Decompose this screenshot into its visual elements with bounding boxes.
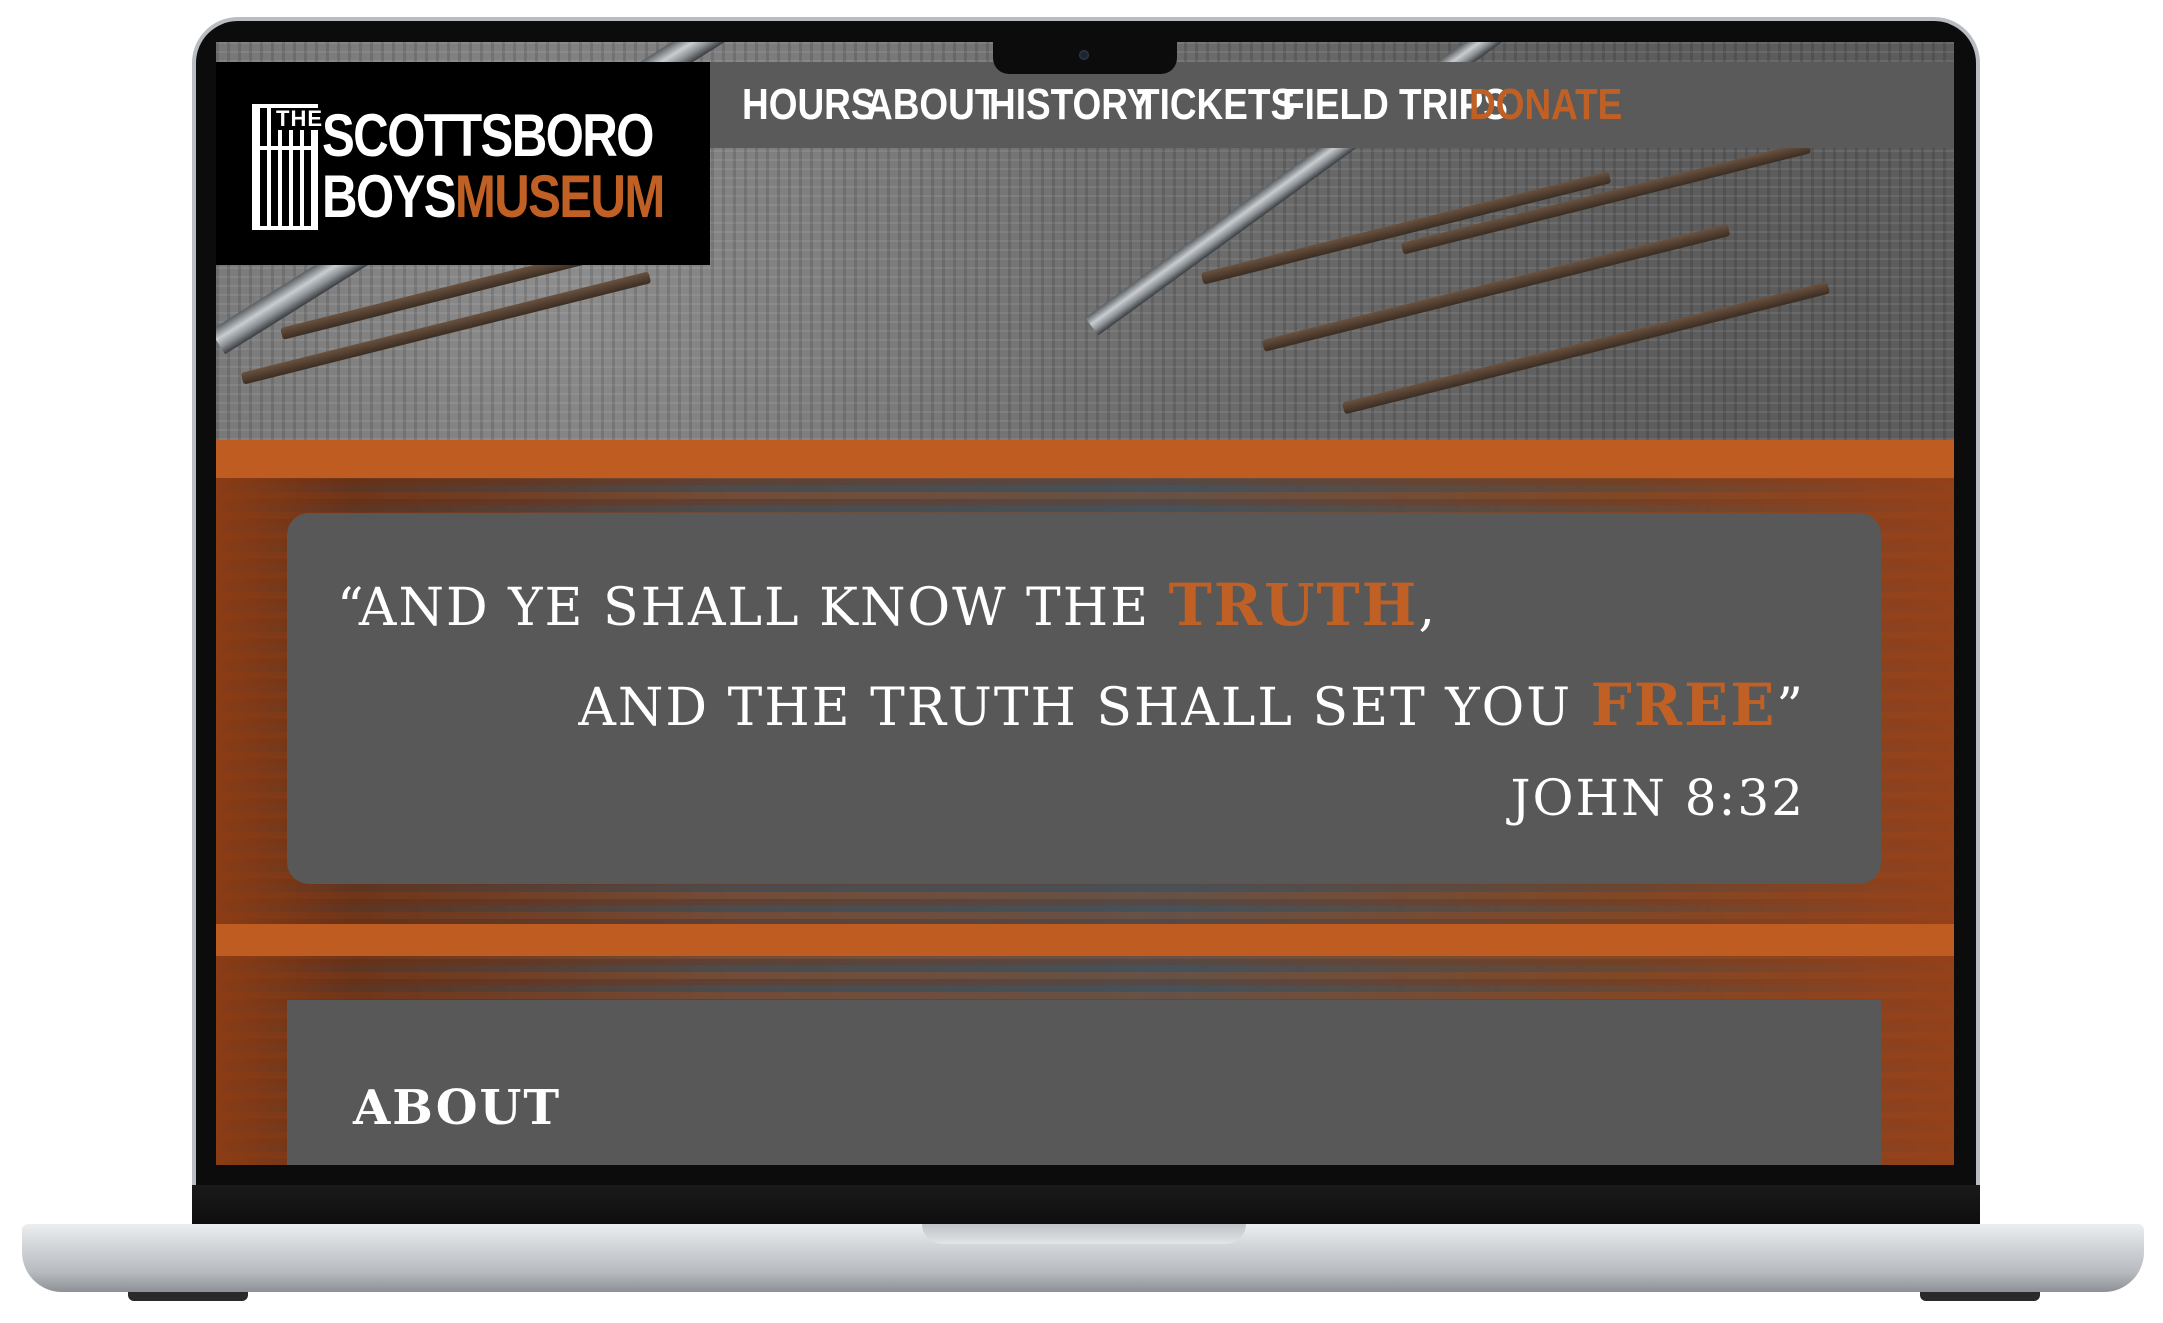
camera-notch	[993, 42, 1177, 74]
quote-citation: JOHN 8:32	[1510, 769, 1805, 827]
quote-line-1-text: AND YE SHALL KNOW THE	[358, 578, 1169, 638]
laptop-foot	[128, 1292, 248, 1301]
quote-line-2-text: AND THE TRUTH SHALL SET YOU	[578, 678, 1591, 738]
about-heading: ABOUT	[353, 1080, 562, 1136]
quote-accent-free: FREE	[1590, 671, 1777, 739]
quote-comma: ,	[1418, 578, 1438, 638]
quote-accent-truth: TRUTH	[1168, 571, 1419, 639]
logo-boys: BOYS	[322, 163, 457, 230]
nav-history[interactable]: HISTORY	[989, 62, 1151, 148]
laptop-opening-groove	[922, 1224, 1246, 1244]
nav-hours[interactable]: HOURS	[742, 62, 875, 148]
camera-icon	[1079, 50, 1089, 60]
logo-boys-museum: BOYSMUSEUM	[322, 167, 665, 227]
about-section: ABOUT	[287, 1000, 1881, 1165]
logo-museum: MUSEUM	[454, 163, 665, 230]
browser-viewport: THE SCOTTSBORO BOYSMUSEUM HOURS ABOUT HI…	[216, 42, 1954, 1165]
laptop-hinge	[192, 1185, 1980, 1227]
rail-tie	[1400, 141, 1812, 255]
nav-tickets[interactable]: TICKETS	[1137, 62, 1295, 148]
quote-card: “AND YE SHALL KNOW THE TRUTH, AND THE TR…	[287, 513, 1881, 884]
nav-donate[interactable]: DONATE	[1469, 62, 1622, 148]
quote-line-2: AND THE TRUTH SHALL SET YOU FREE”	[578, 671, 1805, 739]
quote-line-1: “AND YE SHALL KNOW THE TRUTH,	[337, 571, 1437, 639]
logo-scottsboro: SCOTTSBORO	[322, 102, 654, 169]
site-logo[interactable]: THE SCOTTSBORO BOYSMUSEUM	[216, 62, 710, 265]
orange-divider	[216, 924, 1954, 956]
quote-open-mark: “	[337, 578, 359, 638]
orange-divider	[216, 440, 1954, 478]
nav-about[interactable]: ABOUT	[866, 62, 997, 148]
main-nav: HOURS ABOUT HISTORY TICKETS FIELD TRIPS …	[710, 62, 1954, 148]
logo-the: THE	[274, 106, 325, 131]
laptop-foot	[1920, 1292, 2040, 1301]
quote-close-mark: ”	[1776, 678, 1805, 738]
